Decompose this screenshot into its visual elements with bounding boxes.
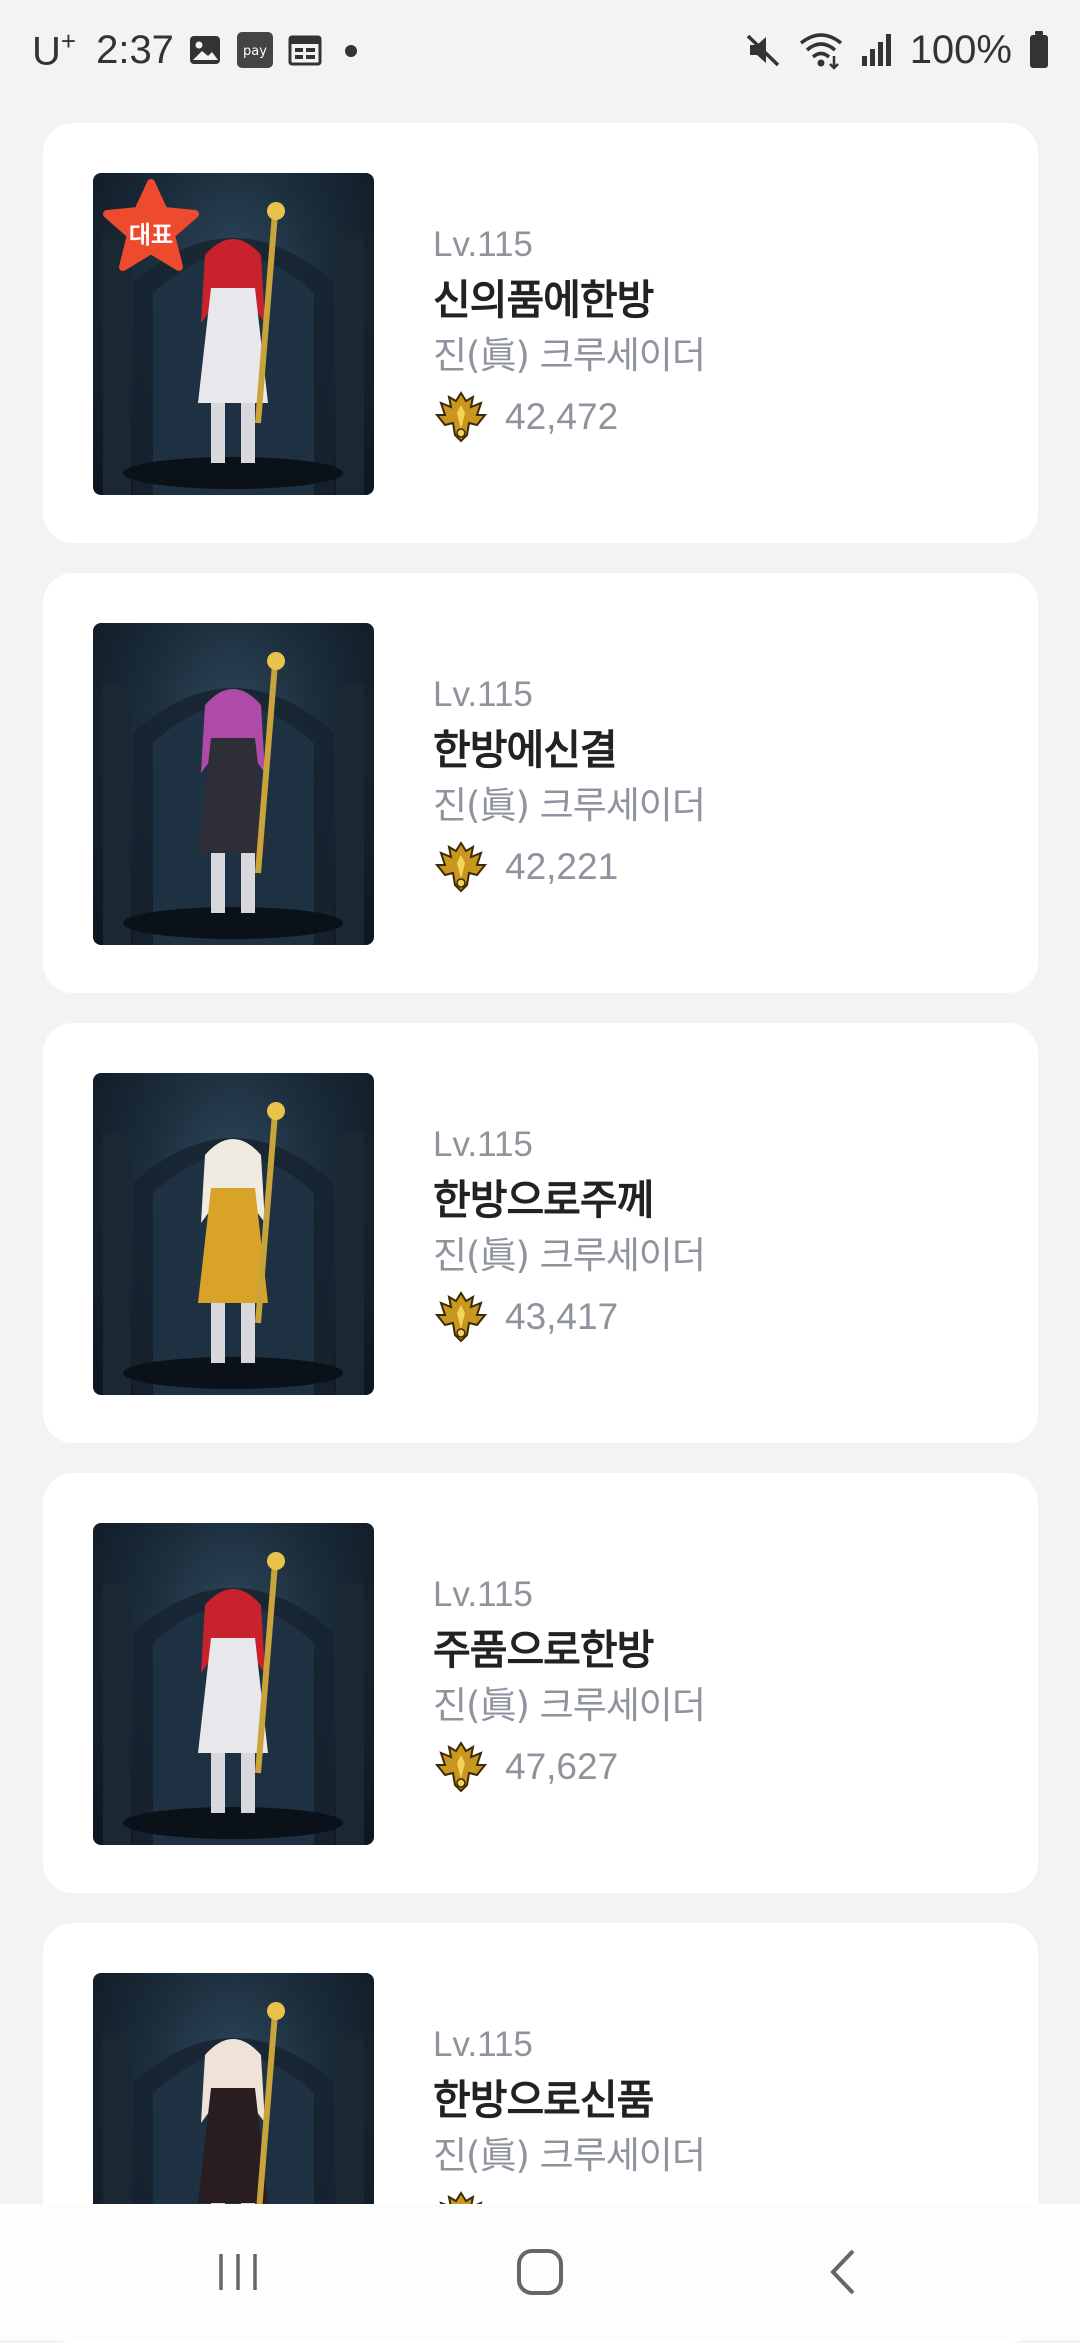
- character-thumbnail: [93, 1523, 374, 1845]
- character-name: 주품으로한방: [433, 1626, 654, 1674]
- representative-badge: 대표: [101, 179, 201, 279]
- combat-power-value: 43,417: [505, 1296, 619, 1337]
- character-name: 한방으로주께: [433, 1176, 654, 1224]
- representative-badge-label: 대표: [128, 221, 174, 249]
- combat-power-value: 42,472: [505, 396, 619, 437]
- character-name: 신의품에한방: [433, 276, 654, 324]
- mute-icon: [744, 31, 782, 69]
- clock: 2:37: [96, 27, 174, 72]
- character-level: Lv.115: [433, 225, 533, 264]
- character-card[interactable]: Lv.115 한방에신결진(眞) 크루세이더 42,221: [43, 573, 1038, 993]
- character-thumbnail: [93, 1073, 374, 1395]
- character-job: 진(眞) 크루세이더: [433, 1684, 706, 1727]
- character-info: Lv.115 한방으로주께진(眞) 크루세이더 43,417: [433, 1123, 706, 1345]
- character-thumbnail: 대표: [93, 173, 374, 495]
- navigation-bar: [0, 2204, 1080, 2340]
- combat-power-crest-icon: [434, 1291, 488, 1343]
- character-figure: [103, 1102, 364, 1395]
- character-job: 진(眞) 크루세이더: [433, 1234, 706, 1277]
- character-card[interactable]: Lv.115 한방으로주께진(眞) 크루세이더 43,417: [43, 1023, 1038, 1443]
- status-bar: U+ 2:37 pay 100%: [0, 0, 1080, 100]
- character-job: 진(眞) 크루세이더: [433, 784, 706, 827]
- battery-icon: [1028, 30, 1050, 70]
- character-job: 진(眞) 크루세이더: [433, 2134, 706, 2177]
- gallery-icon: [188, 33, 222, 67]
- combat-power-value: 47,627: [505, 1746, 619, 1787]
- combat-power-row: 42,221: [433, 839, 705, 895]
- character-info: Lv.115 한방에신결진(眞) 크루세이더 42,221: [433, 673, 706, 895]
- combat-power-value: 42,221: [505, 846, 619, 887]
- back-icon: [830, 2249, 855, 2295]
- calendar-icon: [288, 33, 322, 67]
- character-card[interactable]: 대표 Lv.115 신의품에한방진(眞) 크루세이더 42,472: [43, 123, 1038, 543]
- character-job: 진(眞) 크루세이더: [433, 334, 706, 377]
- character-thumbnail: [93, 623, 374, 945]
- home-icon: [517, 2249, 563, 2295]
- combat-power-crest-icon: [434, 841, 488, 893]
- character-info: Lv.115 신의품에한방진(眞) 크루세이더 42,472: [433, 223, 706, 445]
- combat-power-row: 47,627: [433, 1739, 705, 1795]
- character-name: 한방에신결: [433, 726, 618, 774]
- character-level: Lv.115: [433, 1125, 533, 1164]
- character-level: Lv.115: [433, 1575, 533, 1614]
- dot-icon: [336, 35, 366, 65]
- battery-level: 100%: [909, 27, 1012, 72]
- character-level: Lv.115: [433, 675, 533, 714]
- pay-icon: pay: [236, 31, 274, 69]
- character-level: Lv.115: [433, 2025, 533, 2064]
- character-card[interactable]: Lv.115 주품으로한방진(眞) 크루세이더 47,627: [43, 1473, 1038, 1893]
- wifi-icon: [798, 30, 844, 70]
- back-button[interactable]: [798, 2242, 888, 2302]
- character-figure: [103, 652, 364, 945]
- home-button[interactable]: [495, 2242, 585, 2302]
- carrier-label: U+: [32, 25, 77, 74]
- character-name: 한방으로신품: [433, 2076, 654, 2124]
- combat-power-row: 43,417: [433, 1289, 705, 1345]
- recent-apps-icon: [219, 2254, 257, 2290]
- signal-icon: [860, 32, 894, 68]
- combat-power-crest-icon: [434, 391, 488, 443]
- recent-apps-button[interactable]: [193, 2242, 283, 2302]
- character-info: Lv.115 주품으로한방진(眞) 크루세이더 47,627: [433, 1573, 706, 1795]
- character-figure: [103, 1552, 364, 1845]
- combat-power-row: 42,472: [433, 389, 705, 445]
- combat-power-crest-icon: [434, 1741, 488, 1793]
- svg-text:pay: pay: [243, 44, 267, 59]
